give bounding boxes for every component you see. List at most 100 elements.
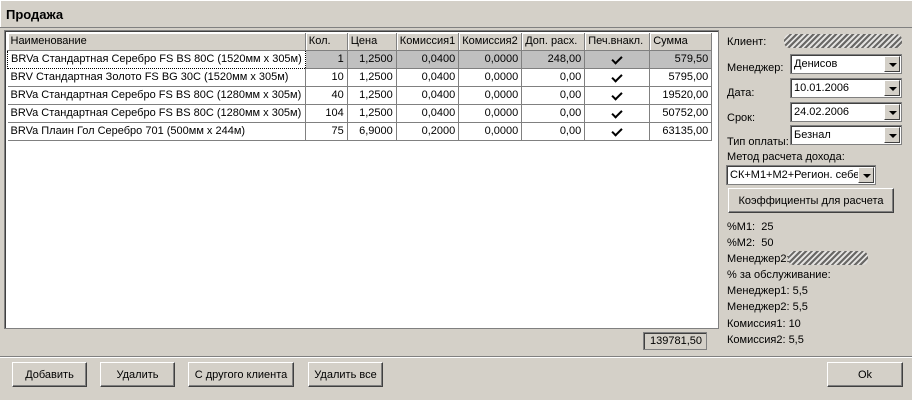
table-row[interactable]: BRVa Стандартная Серебро FS BS 80C (1280…	[7, 104, 713, 123]
table-row[interactable]: BRVa Плаин Гол Серебро 701 (500мм х 244м…	[7, 122, 713, 141]
delete-all-button[interactable]: Удалить все	[308, 362, 383, 387]
sales-grid[interactable]: Наименование Кол. Цена Комиссия1 Комисси…	[4, 30, 719, 352]
date-picker[interactable]: 10.01.2006	[790, 78, 902, 98]
chevron-down-icon[interactable]	[884, 104, 900, 120]
chevron-down-icon[interactable]	[858, 167, 874, 183]
cell-price[interactable]: 1,2500	[347, 50, 397, 69]
cell-name[interactable]: BRVa Стандартная Серебро FS BS 80C (1280…	[7, 104, 306, 123]
cell-qty[interactable]: 1	[305, 50, 348, 69]
cell-name[interactable]: BRVa Стандартная Серебро FS BS 80C (1520…	[7, 49, 306, 69]
cell-printed-invoice[interactable]	[584, 50, 651, 69]
checkmark-icon[interactable]	[611, 54, 623, 66]
cell-name[interactable]: BRV Стандартная Золото FS BG 30C (1520мм…	[7, 68, 306, 87]
service-commission1: Комиссия1: 10	[727, 318, 801, 330]
col-header-price[interactable]: Цена	[347, 33, 397, 51]
coefficients-button[interactable]: Коэффициенты для расчета	[728, 188, 894, 213]
col-header-qty[interactable]: Кол.	[305, 33, 348, 51]
manager-value: Денисов	[794, 58, 838, 70]
term-value: 24.02.2006	[794, 106, 850, 118]
cell-sum[interactable]: 579,50	[649, 50, 713, 69]
cell-printed-invoice[interactable]	[584, 104, 651, 123]
cell-commission2[interactable]: 0,0000	[458, 122, 523, 141]
table-row[interactable]: BRV Стандартная Золото FS BG 30C (1520мм…	[7, 68, 713, 87]
col-header-commission1[interactable]: Комиссия1	[396, 33, 460, 51]
table-row[interactable]: BRVa Стандартная Серебро FS BS 80C (1280…	[7, 86, 713, 105]
cell-price[interactable]: 1,2500	[347, 68, 397, 87]
checkmark-icon[interactable]	[611, 90, 623, 102]
m2-label-text: %М2:	[727, 237, 756, 249]
cell-qty[interactable]: 10	[305, 68, 348, 87]
grand-total: 139781,50	[643, 332, 707, 350]
m2-percent-label: %М2: 50	[727, 237, 774, 249]
grid-footer: 139781,50	[4, 328, 719, 352]
cell-commission1[interactable]: 0,2000	[396, 122, 460, 141]
cell-qty[interactable]: 104	[305, 104, 348, 123]
cell-price[interactable]: 1,2500	[347, 104, 397, 123]
cell-commission2[interactable]: 0,0000	[458, 68, 523, 87]
client-label: Клиент:	[727, 36, 767, 48]
cell-sum[interactable]: 50752,00	[649, 104, 713, 123]
sales-table: Наименование Кол. Цена Комиссия1 Комисси…	[7, 33, 713, 141]
checkmark-icon[interactable]	[611, 126, 623, 138]
cell-commission2[interactable]: 0,0000	[458, 104, 523, 123]
chevron-down-icon[interactable]	[884, 127, 900, 143]
cell-price[interactable]: 1,2500	[347, 86, 397, 105]
m2-value: 50	[761, 237, 774, 249]
cell-price[interactable]: 6,9000	[347, 122, 397, 141]
m1-value: 25	[761, 221, 774, 233]
m1-percent-label: %М1: 25	[727, 221, 774, 233]
cell-printed-invoice[interactable]	[584, 86, 651, 105]
ok-button[interactable]: Ok	[827, 362, 903, 387]
cell-commission2[interactable]: 0,0000	[458, 86, 523, 105]
term-label: Срок:	[727, 112, 756, 124]
checkmark-icon[interactable]	[611, 108, 623, 120]
cell-printed-invoice[interactable]	[584, 122, 651, 141]
delete-button[interactable]: Удалить	[100, 362, 175, 387]
cell-extra-costs[interactable]: 248,00	[521, 50, 586, 69]
cell-name[interactable]: BRVa Стандартная Серебро FS BS 80C (1280…	[7, 86, 306, 105]
cell-printed-invoice[interactable]	[584, 68, 651, 87]
cell-commission1[interactable]: 0,0400	[396, 86, 460, 105]
cell-qty[interactable]: 40	[305, 86, 348, 105]
cell-name[interactable]: BRVa Плаин Гол Серебро 701 (500мм х 244м…	[7, 122, 306, 141]
cell-sum[interactable]: 5795,00	[649, 68, 713, 87]
table-row[interactable]: BRVa Стандартная Серебро FS BS 80C (1520…	[7, 49, 713, 69]
cell-extra-costs[interactable]: 0,00	[521, 104, 586, 123]
col-header-commission2[interactable]: Комиссия2	[458, 33, 523, 51]
manager2-name-redacted	[788, 251, 868, 265]
from-other-client-button[interactable]: С другого клиента	[188, 362, 294, 387]
sale-details-panel: Клиент: Менеджер: Денисов Дата: 10.01.20…	[724, 30, 910, 354]
cell-extra-costs[interactable]: 0,00	[521, 122, 586, 141]
col-header-sum[interactable]: Сумма	[649, 33, 713, 51]
col-header-printed-invoice[interactable]: Печ.внакл.	[584, 33, 651, 51]
chevron-down-icon[interactable]	[884, 56, 900, 72]
col-header-name[interactable]: Наименование	[7, 33, 306, 51]
cell-commission1[interactable]: 0,0400	[396, 68, 460, 87]
income-method-value: СК+М1+М2+Регион. себест.	[730, 169, 872, 181]
cell-extra-costs[interactable]: 0,00	[521, 86, 586, 105]
cell-sum[interactable]: 63135,00	[649, 122, 713, 141]
payment-type-value: Безнал	[794, 129, 831, 141]
date-value: 10.01.2006	[794, 82, 850, 94]
cell-sum[interactable]: 19520,00	[649, 86, 713, 105]
manager-label: Менеджер:	[727, 62, 784, 74]
checkmark-icon[interactable]	[611, 72, 623, 84]
chevron-down-icon[interactable]	[884, 80, 900, 96]
cell-qty[interactable]: 75	[305, 122, 348, 141]
payment-type-select[interactable]: Безнал	[790, 125, 902, 145]
client-name-redacted	[784, 34, 902, 48]
term-date-picker[interactable]: 24.02.2006	[790, 102, 902, 122]
cell-commission2[interactable]: 0,0000	[458, 50, 523, 69]
cell-commission1[interactable]: 0,0400	[396, 104, 460, 123]
grid-header-row: Наименование Кол. Цена Комиссия1 Комисси…	[7, 33, 713, 51]
col-header-extra-costs[interactable]: Доп. расх.	[521, 33, 586, 51]
cell-commission1[interactable]: 0,0400	[396, 50, 460, 69]
income-method-label: Метод расчета дохода:	[727, 151, 845, 163]
service-percent-label: % за обслуживание:	[727, 269, 831, 281]
cell-extra-costs[interactable]: 0,00	[521, 68, 586, 87]
income-method-select[interactable]: СК+М1+М2+Регион. себест.	[726, 165, 876, 185]
add-button[interactable]: Добавить	[12, 362, 87, 387]
manager-select[interactable]: Денисов	[790, 54, 902, 74]
title-bar: Продажа	[0, 0, 912, 28]
service-manager1: Менеджер1: 5,5	[727, 285, 808, 297]
